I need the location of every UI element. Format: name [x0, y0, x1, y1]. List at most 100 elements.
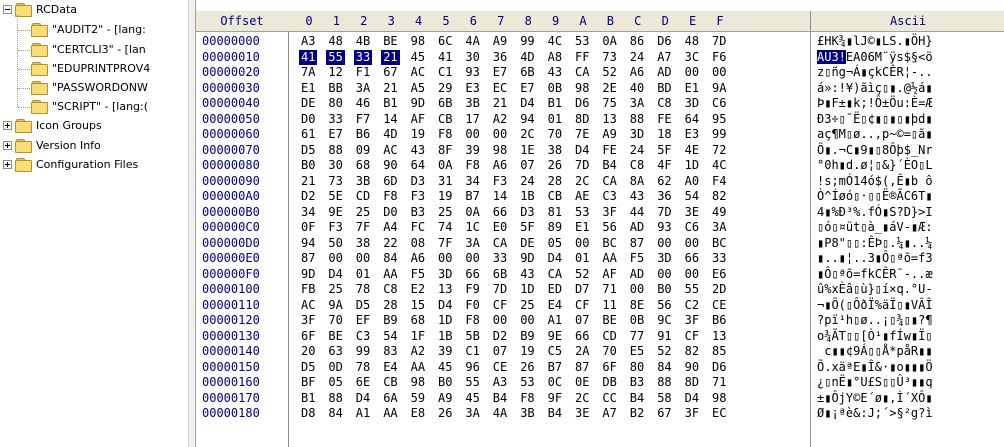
hex-byte[interactable]: 0A — [600, 34, 618, 49]
hex-byte[interactable]: 00 — [683, 236, 701, 251]
hex-byte[interactable]: D3 — [409, 174, 427, 189]
column-header[interactable]: B — [598, 11, 622, 31]
column-header[interactable]: 8 — [516, 11, 540, 31]
hex-byte[interactable]: AA — [381, 267, 399, 282]
hex-byte[interactable]: D0 — [381, 205, 399, 220]
hex-byte[interactable]: 89 — [546, 220, 564, 235]
hex-byte[interactable]: 67 — [655, 406, 673, 421]
hex-byte[interactable]: 9D — [409, 96, 427, 111]
hex-byte[interactable]: 3C — [683, 50, 701, 65]
hex-byte[interactable]: 4D — [518, 50, 536, 65]
hex-byte[interactable]: 28 — [546, 174, 564, 189]
hex-byte[interactable]: 98 — [573, 81, 591, 96]
hex-byte[interactable]: B4 — [600, 158, 618, 173]
hex-byte[interactable]: 84 — [381, 251, 399, 266]
hex-byte[interactable]: 1B — [436, 329, 454, 344]
column-header[interactable]: 2 — [352, 11, 376, 31]
hex-byte[interactable]: 26 — [436, 406, 454, 421]
hex-byte[interactable]: 9C — [655, 313, 673, 328]
hex-byte[interactable]: 34 — [463, 174, 481, 189]
hex-byte[interactable]: F8 — [463, 313, 481, 328]
hex-byte[interactable]: 33 — [326, 112, 344, 127]
hex-byte[interactable]: 58 — [655, 391, 673, 406]
hex-byte[interactable]: 36 — [491, 50, 509, 65]
column-header[interactable]: 1 — [324, 11, 348, 31]
ascii-text[interactable]: Ð3÷▯¯Ë▯¢▮▯▮▯▮þd▮ — [817, 112, 933, 127]
tree-node[interactable]: Icon Groups — [3, 116, 102, 135]
hex-byte[interactable]: 5E — [326, 189, 344, 204]
ascii-text[interactable]: z▯ñg¬Á▮çkCÊR¦-.. — [817, 65, 933, 80]
hex-byte[interactable]: 00 — [655, 236, 673, 251]
hex-byte[interactable]: 43 — [409, 143, 427, 158]
ascii-text[interactable]: ▮Ô▯ªõ=fkCÊR¯-..æ — [817, 267, 933, 282]
hex-byte[interactable]: 96 — [463, 360, 481, 375]
hex-row[interactable]: 00000050 D0 33 F7 14 AF CB 17 A2 94 01 8D 13 88 FE 64 95… — [196, 112, 1004, 127]
ascii-text[interactable]: Þ▮F±▮k;!Ô±Öu:È=Æ — [817, 96, 933, 111]
hex-byte[interactable]: E5 — [628, 344, 646, 359]
hex-byte[interactable]: 3A — [710, 220, 728, 235]
hex-byte[interactable]: 6B — [436, 96, 454, 111]
hex-byte[interactable]: 91 — [655, 329, 673, 344]
hex-byte[interactable]: 8D — [573, 112, 591, 127]
hex-byte[interactable]: 74 — [436, 220, 454, 235]
hex-byte[interactable]: E7 — [491, 65, 509, 80]
hex-byte[interactable]: D2 — [299, 189, 317, 204]
hex-byte[interactable]: 00 — [326, 251, 344, 266]
hex-byte[interactable]: 81 — [546, 205, 564, 220]
hex-byte[interactable]: 0B — [628, 313, 646, 328]
hex-byte[interactable]: 53 — [573, 34, 591, 49]
hex-byte[interactable]: ED — [546, 282, 564, 297]
hex-byte[interactable]: 5F — [518, 220, 536, 235]
hex-byte[interactable]: D5 — [299, 143, 317, 158]
hex-byte[interactable]: BC — [600, 236, 618, 251]
hex-byte[interactable]: 82 — [683, 344, 701, 359]
hex-byte[interactable]: F8 — [463, 158, 481, 173]
hex-byte[interactable]: A0 — [683, 174, 701, 189]
hex-byte[interactable]: 7D — [710, 34, 728, 49]
hex-byte[interactable]: 1D — [518, 282, 536, 297]
hex-byte[interactable]: 6D — [381, 174, 399, 189]
hex-byte[interactable]: 2C — [573, 174, 591, 189]
hex-byte[interactable]: A7 — [600, 406, 618, 421]
hex-byte[interactable]: 00 — [463, 127, 481, 142]
hex-byte[interactable]: D0 — [299, 112, 317, 127]
hex-byte[interactable]: 39 — [436, 344, 454, 359]
hex-byte[interactable]: 63 — [326, 344, 344, 359]
hex-byte[interactable]: A9 — [436, 391, 454, 406]
hex-byte[interactable]: 20 — [299, 344, 317, 359]
hex-byte[interactable]: 0A — [463, 205, 481, 220]
hex-byte[interactable]: 54 — [381, 329, 399, 344]
hex-byte[interactable]: 00 — [683, 267, 701, 282]
hex-byte[interactable]: 28 — [381, 298, 399, 313]
hex-byte[interactable]: 00 — [354, 251, 372, 266]
ascii-text[interactable]: Õ.xäªE▮Î&·▮o▮▮▮Ö — [817, 360, 933, 375]
hex-byte[interactable]: 0B — [546, 81, 564, 96]
hex-byte[interactable]: 2C — [518, 127, 536, 142]
hex-row[interactable]: 00000090 21 73 3B 6D D3 31 34 F3 24 28 2C CA 8A 62 A0 F4… — [196, 174, 1004, 189]
hex-byte[interactable]: F6 — [710, 50, 728, 65]
hex-byte[interactable]: 99 — [518, 34, 536, 49]
ascii-text[interactable]: o¾ÃT▯▯[Ò¹▮fÍw▮Ï▯ — [817, 329, 933, 344]
hex-byte[interactable]: 00 — [710, 65, 728, 80]
hex-byte[interactable]: 88 — [326, 391, 344, 406]
hex-byte[interactable]: E4 — [381, 360, 399, 375]
hex-byte[interactable]: 3B — [463, 96, 481, 111]
ascii-text[interactable]: û%xÈâ▯ù}▯í×q.°U- — [817, 282, 933, 297]
hex-byte[interactable]: D5 — [299, 360, 317, 375]
hex-byte[interactable]: 14 — [491, 189, 509, 204]
hex-byte[interactable]: C1 — [436, 65, 454, 80]
ascii-text[interactable]: Ò^Íøó▯·▯▯Ë®ÃC6T▮ — [817, 189, 933, 204]
hex-byte[interactable]: 25 — [326, 282, 344, 297]
hex-byte[interactable]: F9 — [463, 282, 481, 297]
hex-byte[interactable]: B0 — [655, 282, 673, 297]
hex-byte[interactable]: 3D — [436, 267, 454, 282]
hex-byte[interactable]: F3 — [491, 174, 509, 189]
hex-byte[interactable]: EF — [354, 313, 372, 328]
hex-byte[interactable]: C8 — [381, 282, 399, 297]
hex-byte[interactable]: E2 — [409, 282, 427, 297]
hex-byte[interactable]: 56 — [655, 298, 673, 313]
hex-row[interactable]: 00000170 B1 88 D4 6A 59 A9 45 B4 F8 9F 2C CC B4 58 D4 98… — [196, 391, 1004, 406]
hex-byte[interactable]: 88 — [326, 143, 344, 158]
hex-byte[interactable]: AD — [655, 65, 673, 80]
hex-byte[interactable]: 2C — [573, 391, 591, 406]
